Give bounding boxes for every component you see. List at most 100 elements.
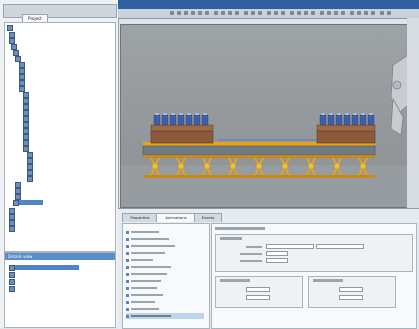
details-item[interactable] xyxy=(9,278,49,285)
value-field[interactable] xyxy=(266,251,288,256)
tree-node[interactable] xyxy=(23,139,67,146)
details-view-header[interactable]: Details view xyxy=(5,253,115,260)
details-item[interactable] xyxy=(9,271,49,278)
details-item-selected[interactable] xyxy=(9,264,79,271)
value-field[interactable] xyxy=(339,295,363,300)
toolbar-icon[interactable] xyxy=(380,11,384,15)
tree-node[interactable] xyxy=(15,55,90,62)
toolbar-icon[interactable] xyxy=(191,11,195,15)
property-navigation-list[interactable] xyxy=(122,223,210,329)
tab-properties[interactable]: Properties xyxy=(122,213,158,222)
conveyor-scene xyxy=(121,54,408,207)
tree-node[interactable] xyxy=(23,121,75,128)
nav-item-selected[interactable] xyxy=(126,313,204,319)
toolbar-icon[interactable] xyxy=(290,11,294,15)
toolbar-icon[interactable] xyxy=(281,11,285,15)
value-field[interactable] xyxy=(246,295,270,300)
toolbar-icon[interactable] xyxy=(184,11,188,15)
tree-node[interactable] xyxy=(19,67,75,74)
simulation-viewport[interactable] xyxy=(120,24,409,208)
tree-node[interactable] xyxy=(27,151,87,158)
toolbar-icon[interactable] xyxy=(364,11,368,15)
tree-node[interactable] xyxy=(27,175,91,182)
tree-node[interactable] xyxy=(23,103,69,110)
toolbar-icon[interactable] xyxy=(387,11,391,15)
toolbar-icon[interactable] xyxy=(221,11,225,15)
tree-node[interactable] xyxy=(23,115,63,122)
nav-item[interactable] xyxy=(126,257,153,263)
tree-node[interactable] xyxy=(19,79,67,86)
tree-node[interactable] xyxy=(11,43,101,50)
toolbar-icon[interactable] xyxy=(244,11,248,15)
nav-item[interactable] xyxy=(126,278,161,284)
tree-node[interactable] xyxy=(23,91,67,98)
tab-project[interactable]: Project xyxy=(22,14,48,22)
tree-node[interactable] xyxy=(15,193,59,200)
value-field[interactable] xyxy=(339,287,363,292)
tree-node[interactable] xyxy=(13,49,83,56)
nav-item[interactable] xyxy=(126,292,163,298)
project-tree[interactable] xyxy=(4,22,116,252)
inspector-window: Properties Animations Events xyxy=(118,208,419,329)
nav-item[interactable] xyxy=(126,285,157,291)
nav-item[interactable] xyxy=(126,271,167,277)
value-field[interactable] xyxy=(266,258,288,263)
tree-node[interactable] xyxy=(9,219,61,226)
tree-node[interactable] xyxy=(9,37,95,44)
tree-node[interactable] xyxy=(15,187,55,194)
dropdown-field[interactable] xyxy=(316,244,364,249)
nav-item[interactable] xyxy=(126,250,165,256)
dropdown-field[interactable] xyxy=(266,244,314,249)
tree-node[interactable] xyxy=(23,97,73,104)
toolbar-icon[interactable] xyxy=(228,11,232,15)
tree-node[interactable] xyxy=(19,61,81,68)
toolbar-icon[interactable] xyxy=(267,11,271,15)
toolbar-icon[interactable] xyxy=(251,11,255,15)
toolbar-icon[interactable] xyxy=(320,11,324,15)
tree-node[interactable] xyxy=(15,181,65,188)
toolbar-icon[interactable] xyxy=(334,11,338,15)
toolbar-icon[interactable] xyxy=(205,11,209,15)
tree-node[interactable] xyxy=(19,73,79,80)
toolbar-icon[interactable] xyxy=(304,11,308,15)
toolbar-icon[interactable] xyxy=(198,11,202,15)
tree-node[interactable] xyxy=(27,157,83,164)
nav-item[interactable] xyxy=(126,229,159,235)
tree-node[interactable] xyxy=(23,127,69,134)
toolbar-icon[interactable] xyxy=(235,11,239,15)
toolbar-icon[interactable] xyxy=(297,11,301,15)
nav-item[interactable] xyxy=(126,243,175,249)
tree-node[interactable] xyxy=(23,133,81,140)
nav-item[interactable] xyxy=(126,306,159,312)
tree-node[interactable] xyxy=(7,24,77,31)
nav-item[interactable] xyxy=(126,299,155,305)
nav-item[interactable] xyxy=(126,264,171,270)
tab-events[interactable]: Events xyxy=(194,213,222,222)
toolbar-icon[interactable] xyxy=(341,11,345,15)
tab-animations[interactable]: Animations xyxy=(156,213,196,222)
tree-node[interactable] xyxy=(27,163,89,170)
tree-node[interactable] xyxy=(9,213,79,220)
tree-node[interactable] xyxy=(23,145,71,152)
tree-node[interactable] xyxy=(27,169,85,176)
tree-node[interactable] xyxy=(23,109,77,116)
toolbar-icon[interactable] xyxy=(177,11,181,15)
nav-item[interactable] xyxy=(126,236,169,242)
tree-node[interactable] xyxy=(9,207,85,214)
tree-node[interactable] xyxy=(9,225,65,232)
toolbar-icon[interactable] xyxy=(357,11,361,15)
toolbar-icon[interactable] xyxy=(258,11,262,15)
toolbar-icon[interactable] xyxy=(371,11,375,15)
toolbar-icon[interactable] xyxy=(170,11,174,15)
tree-node[interactable] xyxy=(9,31,89,38)
toolbar-icon[interactable] xyxy=(214,11,218,15)
details-item[interactable] xyxy=(9,285,53,292)
editor-title-bar xyxy=(118,0,419,9)
value-field[interactable] xyxy=(246,287,270,292)
toolbar-icon[interactable] xyxy=(311,11,315,15)
tree-node-selected[interactable] xyxy=(13,199,43,206)
toolbar-icon[interactable] xyxy=(274,11,278,15)
toolbar-icon[interactable] xyxy=(327,11,331,15)
tree-node[interactable] xyxy=(19,85,85,92)
toolbar-icon[interactable] xyxy=(350,11,354,15)
